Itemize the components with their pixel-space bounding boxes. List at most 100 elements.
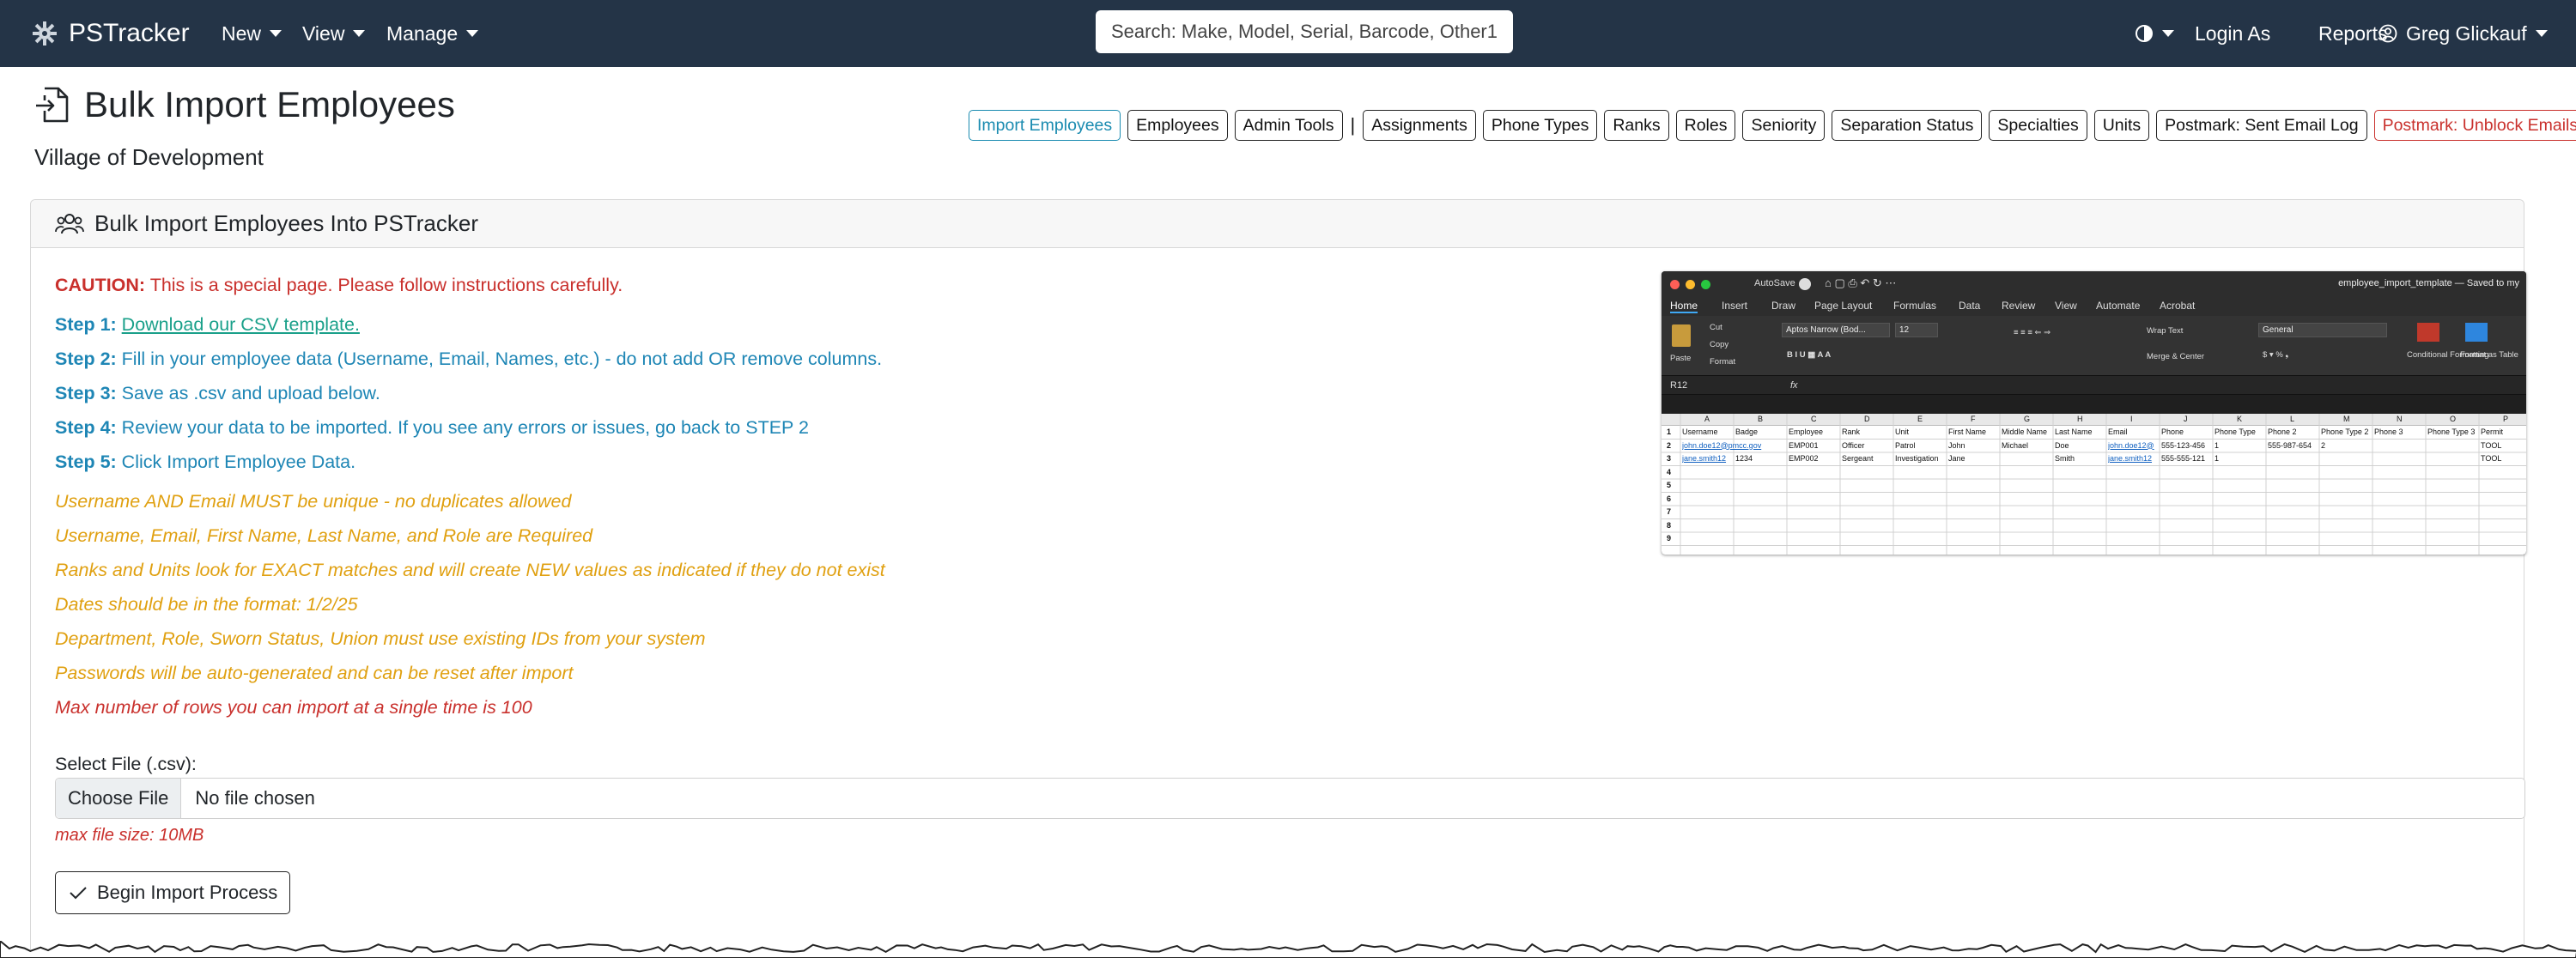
- tab-phone-types[interactable]: Phone Types: [1482, 110, 1598, 141]
- caution-label: CAUTION:: [55, 275, 146, 295]
- excel-cell: Phone Type 3: [2427, 427, 2476, 436]
- conditional-format-icon: [2417, 323, 2439, 342]
- chevron-down-icon: [353, 30, 366, 37]
- excel-cell: Employee: [1789, 427, 1824, 436]
- excel-cell: Unit: [1895, 427, 1910, 436]
- excel-cell: Badge: [1735, 427, 1759, 436]
- excel-cell: Jane: [1948, 454, 1965, 463]
- choose-file-button[interactable]: Choose File: [56, 779, 182, 818]
- reports-label: Reports: [2318, 21, 2388, 45]
- file-input[interactable]: Choose File No file chosen: [55, 778, 2525, 819]
- card-header: Bulk Import Employees Into PSTracker: [31, 200, 2524, 248]
- excel-cell: 555-123-456: [2161, 440, 2206, 450]
- file-label: Select File (.csv):: [55, 754, 197, 774]
- toggle-icon: [1799, 278, 1811, 290]
- tab-assignments[interactable]: Assignments: [1363, 110, 1476, 141]
- tab-postmark-unblock-emails[interactable]: Postmark: Unblock Emails (2): [2373, 110, 2576, 141]
- max-file-size: max file size: 10MB: [55, 826, 204, 845]
- note-required: Username, Email, First Name, Last Name, …: [55, 525, 593, 546]
- tab-postmark-sent-email-log[interactable]: Postmark: Sent Email Log: [2156, 110, 2367, 141]
- menu-new[interactable]: New: [222, 12, 283, 55]
- theme-toggle[interactable]: [2135, 12, 2174, 55]
- paste-icon: [1672, 324, 1691, 347]
- brand-link[interactable]: PSTracker: [31, 12, 190, 55]
- step-text: Review your data to be imported. If you …: [116, 417, 809, 438]
- excel-format-table: Format as Table: [2460, 350, 2518, 360]
- excel-cell: Phone: [2161, 427, 2184, 436]
- file-status: No file chosen: [195, 787, 315, 809]
- step-label: Step 2:: [55, 349, 117, 369]
- excel-col-letter: K: [2237, 415, 2243, 423]
- excel-copy: Copy: [1710, 340, 1729, 349]
- tab-specialties[interactable]: Specialties: [1989, 110, 2087, 141]
- excel-style-buttons: B I U ▦ A A: [1787, 350, 1832, 360]
- page-heading: Bulk Import Employees: [84, 84, 455, 124]
- excel-col-letter: G: [2024, 415, 2031, 423]
- excel-cell: Patrol: [1895, 440, 1916, 450]
- excel-cell: 1234: [1735, 454, 1753, 463]
- reports-link[interactable]: Reports: [2318, 12, 2388, 55]
- excel-wrap-text: Wrap Text: [2147, 326, 2184, 336]
- excel-tab-view: View: [2055, 300, 2077, 312]
- step-4: Step 4: Review your data to be imported.…: [55, 417, 809, 439]
- admin-tabs: Import Employees Employees Admin Tools |…: [969, 110, 2576, 141]
- excel-col-letter: D: [1864, 415, 1870, 423]
- excel-ribbon-tabs: Home Insert Draw Page Layout Formulas Da…: [1662, 297, 2526, 316]
- excel-col-letter: I: [2130, 415, 2133, 423]
- tab-seniority[interactable]: Seniority: [1742, 110, 1826, 141]
- excel-cell: Officer: [1842, 440, 1865, 450]
- excel-col-letter: J: [2184, 415, 2188, 423]
- excel-col-letter: N: [2397, 415, 2403, 423]
- excel-font-size: 12: [1895, 323, 1938, 337]
- excel-cell: Phone 2: [2268, 427, 2297, 436]
- tab-units[interactable]: Units: [2093, 110, 2150, 141]
- download-csv-template-link[interactable]: Download our CSV template.: [122, 314, 360, 335]
- tab-import-employees[interactable]: Import Employees: [969, 110, 1121, 141]
- excel-cell: John: [1948, 440, 1965, 450]
- excel-grid: A B C D E F G H I J K L M N O P 1 2 3 4 5 6 7 8 9 Username Badge Em…: [1662, 414, 2526, 555]
- excel-template-screenshot: AutoSave ⌂ ▢ ⎙ ↶ ↻ ⋯ employee_import_tem…: [1662, 271, 2526, 555]
- top-navbar: PSTracker New View Manage Login As Repor…: [0, 0, 2576, 67]
- excel-cell: Rank: [1842, 427, 1861, 436]
- excel-cell: Doe: [2055, 440, 2069, 450]
- excel-col-letter: P: [2503, 415, 2509, 423]
- excel-row-number: 7: [1667, 507, 1672, 516]
- step-text: Click Import Employee Data.: [116, 452, 356, 472]
- begin-import-label: Begin Import Process: [97, 882, 278, 903]
- excel-cut: Cut: [1710, 323, 1722, 332]
- tab-separation-status[interactable]: Separation Status: [1832, 110, 1983, 141]
- excel-formula-bar: R12 fx: [1662, 376, 2526, 395]
- menu-manage[interactable]: Manage: [386, 12, 479, 55]
- user-menu[interactable]: Greg Glickauf: [2379, 12, 2548, 55]
- excel-tab-review: Review: [2002, 300, 2036, 312]
- step-label: Step 1:: [55, 314, 117, 335]
- excel-ribbon: Paste Cut Copy Format Aptos Narrow (Bod.…: [1662, 316, 2526, 376]
- file-import-icon: [36, 87, 69, 123]
- check-icon: [70, 887, 87, 900]
- login-as-label: Login As: [2195, 21, 2271, 45]
- begin-import-button[interactable]: Begin Import Process: [55, 871, 290, 914]
- tab-roles[interactable]: Roles: [1675, 110, 1736, 141]
- tab-admin-tools[interactable]: Admin Tools: [1234, 110, 1343, 141]
- caution-text: CAUTION: This is a special page. Please …: [55, 275, 623, 296]
- tab-ranks[interactable]: Ranks: [1604, 110, 1669, 141]
- toolbar-icons: ⌂ ▢ ⎙ ↶ ↻ ⋯: [1825, 276, 1897, 289]
- tab-separator: |: [1350, 114, 1356, 136]
- menu-view-label: View: [302, 21, 345, 45]
- excel-merge-center: Merge & Center: [2147, 352, 2205, 361]
- excel-row-number: 2: [1667, 440, 1672, 450]
- excel-font-select: Aptos Narrow (Bod...: [1782, 323, 1890, 337]
- excel-cell: Sergeant: [1842, 454, 1874, 463]
- excel-cell: Michael: [2002, 440, 2029, 450]
- menu-view[interactable]: View: [302, 12, 366, 55]
- excel-autosave: AutoSave: [1754, 278, 1795, 288]
- format-table-icon: [2465, 323, 2488, 342]
- tab-employees[interactable]: Employees: [1127, 110, 1228, 141]
- excel-cell: Phone 3: [2374, 427, 2403, 436]
- search-input[interactable]: [1096, 10, 1513, 53]
- excel-row-number: 8: [1667, 520, 1672, 530]
- minimize-dot-icon: [1686, 280, 1695, 289]
- excel-cell: Investigation: [1895, 454, 1939, 463]
- excel-tab-draw: Draw: [1771, 300, 1796, 312]
- login-as-link[interactable]: Login As: [2195, 12, 2270, 55]
